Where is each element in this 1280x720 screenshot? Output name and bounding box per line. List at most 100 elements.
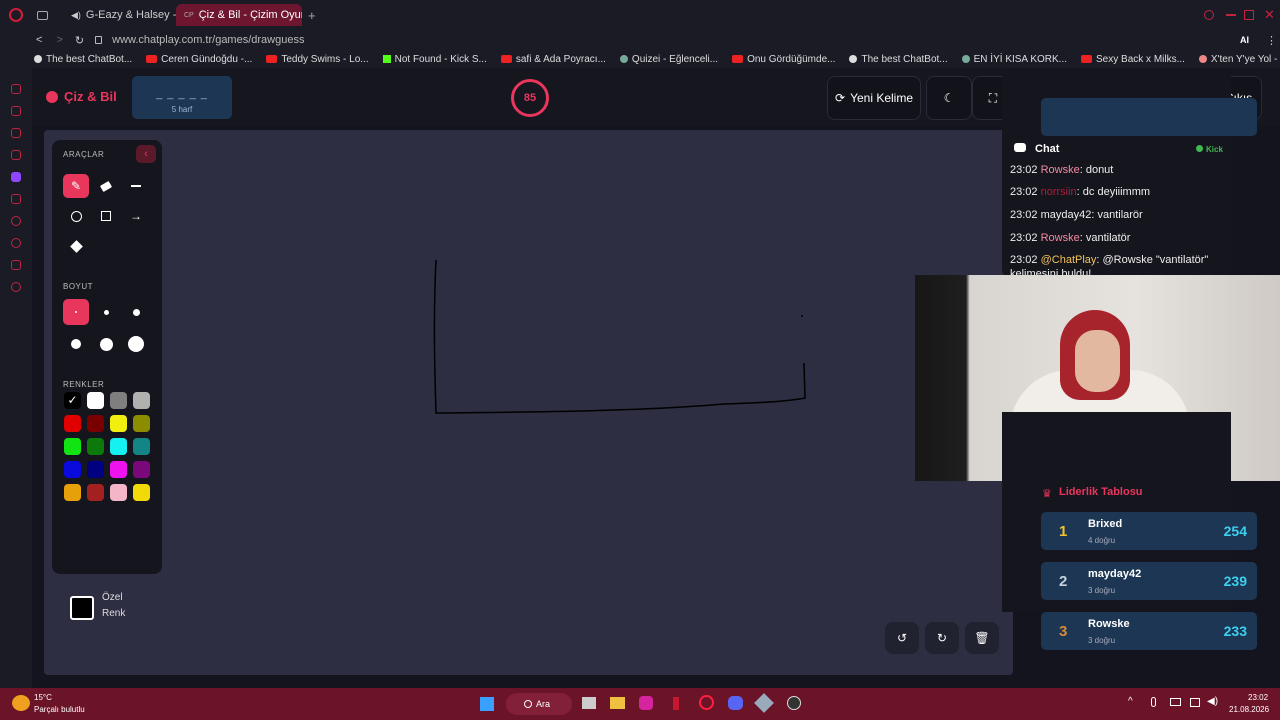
bookmark[interactable]: X'ten Y'ye Yol - Oy... (1198, 54, 1280, 65)
color-swatch[interactable] (87, 484, 104, 501)
new-word-button[interactable]: ⟳ Yeni Kelime (827, 76, 921, 120)
circle-tool[interactable] (63, 204, 89, 228)
bookmark[interactable]: Teddy Swims - Lo... (266, 54, 369, 65)
bookmark[interactable]: Not Found - Kick S... (382, 54, 487, 65)
search-tabs-icon[interactable] (1204, 10, 1214, 20)
microphone-icon[interactable] (1151, 697, 1156, 707)
redo-button[interactable]: ↻ (925, 622, 959, 654)
color-swatch[interactable] (110, 484, 127, 501)
drawing-canvas[interactable]: ↺ ↻ 🗑 (44, 130, 1013, 675)
size-6-button[interactable] (123, 331, 149, 357)
instagram-icon[interactable] (639, 696, 653, 710)
clock-date[interactable]: 21.08.2026 (1229, 705, 1269, 714)
clear-canvas-button[interactable]: 🗑 (965, 622, 999, 654)
color-swatch[interactable] (87, 461, 104, 478)
dark-mode-button[interactable]: ☾ (926, 76, 972, 120)
color-swatch[interactable] (133, 461, 150, 478)
player-icon[interactable] (11, 216, 21, 226)
maximize-button[interactable] (1244, 10, 1254, 20)
color-swatch[interactable] (87, 392, 104, 409)
app-icon[interactable] (754, 693, 774, 713)
color-swatch[interactable] (133, 392, 150, 409)
keyboard-layout-icon[interactable] (1170, 698, 1181, 706)
menu-icon[interactable]: ⋮ (1266, 34, 1277, 47)
close-window-button[interactable]: ✕ (1264, 7, 1275, 23)
minimize-button[interactable] (1226, 14, 1236, 16)
file-explorer-icon[interactable] (610, 697, 625, 709)
crown-icon: ♛ (1042, 488, 1052, 500)
rectangle-tool[interactable] (93, 204, 119, 228)
tray-chevron-icon[interactable]: ^ (1128, 696, 1133, 707)
color-swatch[interactable] (133, 484, 150, 501)
line-tool[interactable] (123, 174, 149, 198)
messenger-icon[interactable] (11, 128, 21, 138)
size-1-button[interactable] (63, 299, 89, 325)
settings-icon[interactable] (11, 282, 21, 292)
workspaces-icon[interactable] (37, 10, 48, 20)
brush-tool[interactable]: ✎ (63, 174, 89, 198)
color-swatch[interactable] (133, 438, 150, 455)
color-swatch[interactable] (64, 438, 81, 455)
ai-button[interactable]: AI (1240, 35, 1249, 45)
bookmark[interactable]: Onu Gördüğümde... (732, 54, 835, 65)
player-name: Rowske (1088, 618, 1130, 630)
undo-button[interactable]: ↺ (885, 622, 919, 654)
color-swatch[interactable] (87, 438, 104, 455)
color-swatch[interactable]: ✓ (64, 392, 81, 409)
start-button[interactable] (480, 697, 494, 711)
color-swatch[interactable] (64, 461, 81, 478)
discord-icon[interactable] (728, 696, 743, 710)
bookmark[interactable]: Quizei - Eğlenceli... (619, 54, 718, 65)
bookmark[interactable]: safi & Ada Poyracı... (500, 54, 606, 65)
wallet-icon[interactable] (11, 150, 21, 160)
volume-icon[interactable]: ◀) (1207, 696, 1218, 707)
color-swatch[interactable] (87, 415, 104, 432)
extensions-icon[interactable] (11, 260, 21, 270)
tab-drawguess[interactable]: CP Çiz & Bil - Çizim Oyunu (176, 4, 302, 26)
brush-icon: ✎ (70, 179, 82, 193)
bookmark[interactable]: EN İYİ KISA KORK... (961, 54, 1067, 65)
network-icon[interactable] (1190, 698, 1200, 707)
chat-message: 23:02 norrsiin: dc deyiiimmm (1010, 186, 1150, 198)
opera-logo-icon[interactable] (9, 8, 23, 22)
size-5-button[interactable] (93, 331, 119, 357)
color-swatch[interactable] (110, 438, 127, 455)
aria-icon[interactable] (11, 84, 21, 94)
color-swatch[interactable] (110, 415, 127, 432)
twitch-icon[interactable] (11, 172, 21, 182)
weather-icon[interactable] (12, 695, 30, 711)
opera-taskbar-icon[interactable] (699, 695, 714, 710)
collapse-tools-button[interactable]: ‹ (136, 145, 156, 163)
clock-time[interactable]: 23:02 (1248, 693, 1268, 702)
forward-button[interactable]: > (56, 34, 62, 46)
bookmark[interactable]: The best ChatBot... (849, 54, 948, 65)
custom-color-button[interactable]: Özel Renk (62, 586, 152, 630)
size-4-button[interactable] (63, 331, 89, 357)
task-view-icon[interactable] (582, 697, 596, 709)
tab-youtube[interactable]: ◀) G-Eazy & Halsey - Him (58, 4, 176, 26)
obs-icon[interactable] (787, 696, 801, 710)
bookmark[interactable]: Ceren Gündoğdu -... (146, 54, 252, 65)
arrow-tool[interactable]: → (123, 204, 149, 228)
vpn-icon[interactable] (11, 106, 21, 116)
color-swatch[interactable] (64, 484, 81, 501)
size-3-button[interactable] (123, 299, 149, 325)
url-field[interactable]: www.chatplay.com.tr/games/drawguess (112, 34, 304, 46)
eraser-tool[interactable] (93, 174, 119, 198)
color-swatch[interactable] (110, 392, 127, 409)
back-button[interactable]: < (36, 34, 42, 46)
bookmark[interactable]: The best ChatBot... (34, 54, 132, 65)
color-swatch[interactable] (64, 415, 81, 432)
bookmark[interactable]: Sexy Back x Milks... (1081, 54, 1185, 65)
history-icon[interactable] (11, 238, 21, 248)
player-correct: 3 doğru (1088, 636, 1116, 645)
search-box[interactable]: Ara (506, 693, 572, 715)
size-2-button[interactable] (93, 299, 119, 325)
color-swatch[interactable] (133, 415, 150, 432)
new-tab-button[interactable]: + (308, 8, 316, 23)
percent-icon[interactable] (11, 194, 21, 204)
reload-icon[interactable]: ↻ (75, 34, 84, 47)
app-icon[interactable] (673, 697, 679, 710)
fill-tool[interactable] (63, 234, 89, 258)
color-swatch[interactable] (110, 461, 127, 478)
